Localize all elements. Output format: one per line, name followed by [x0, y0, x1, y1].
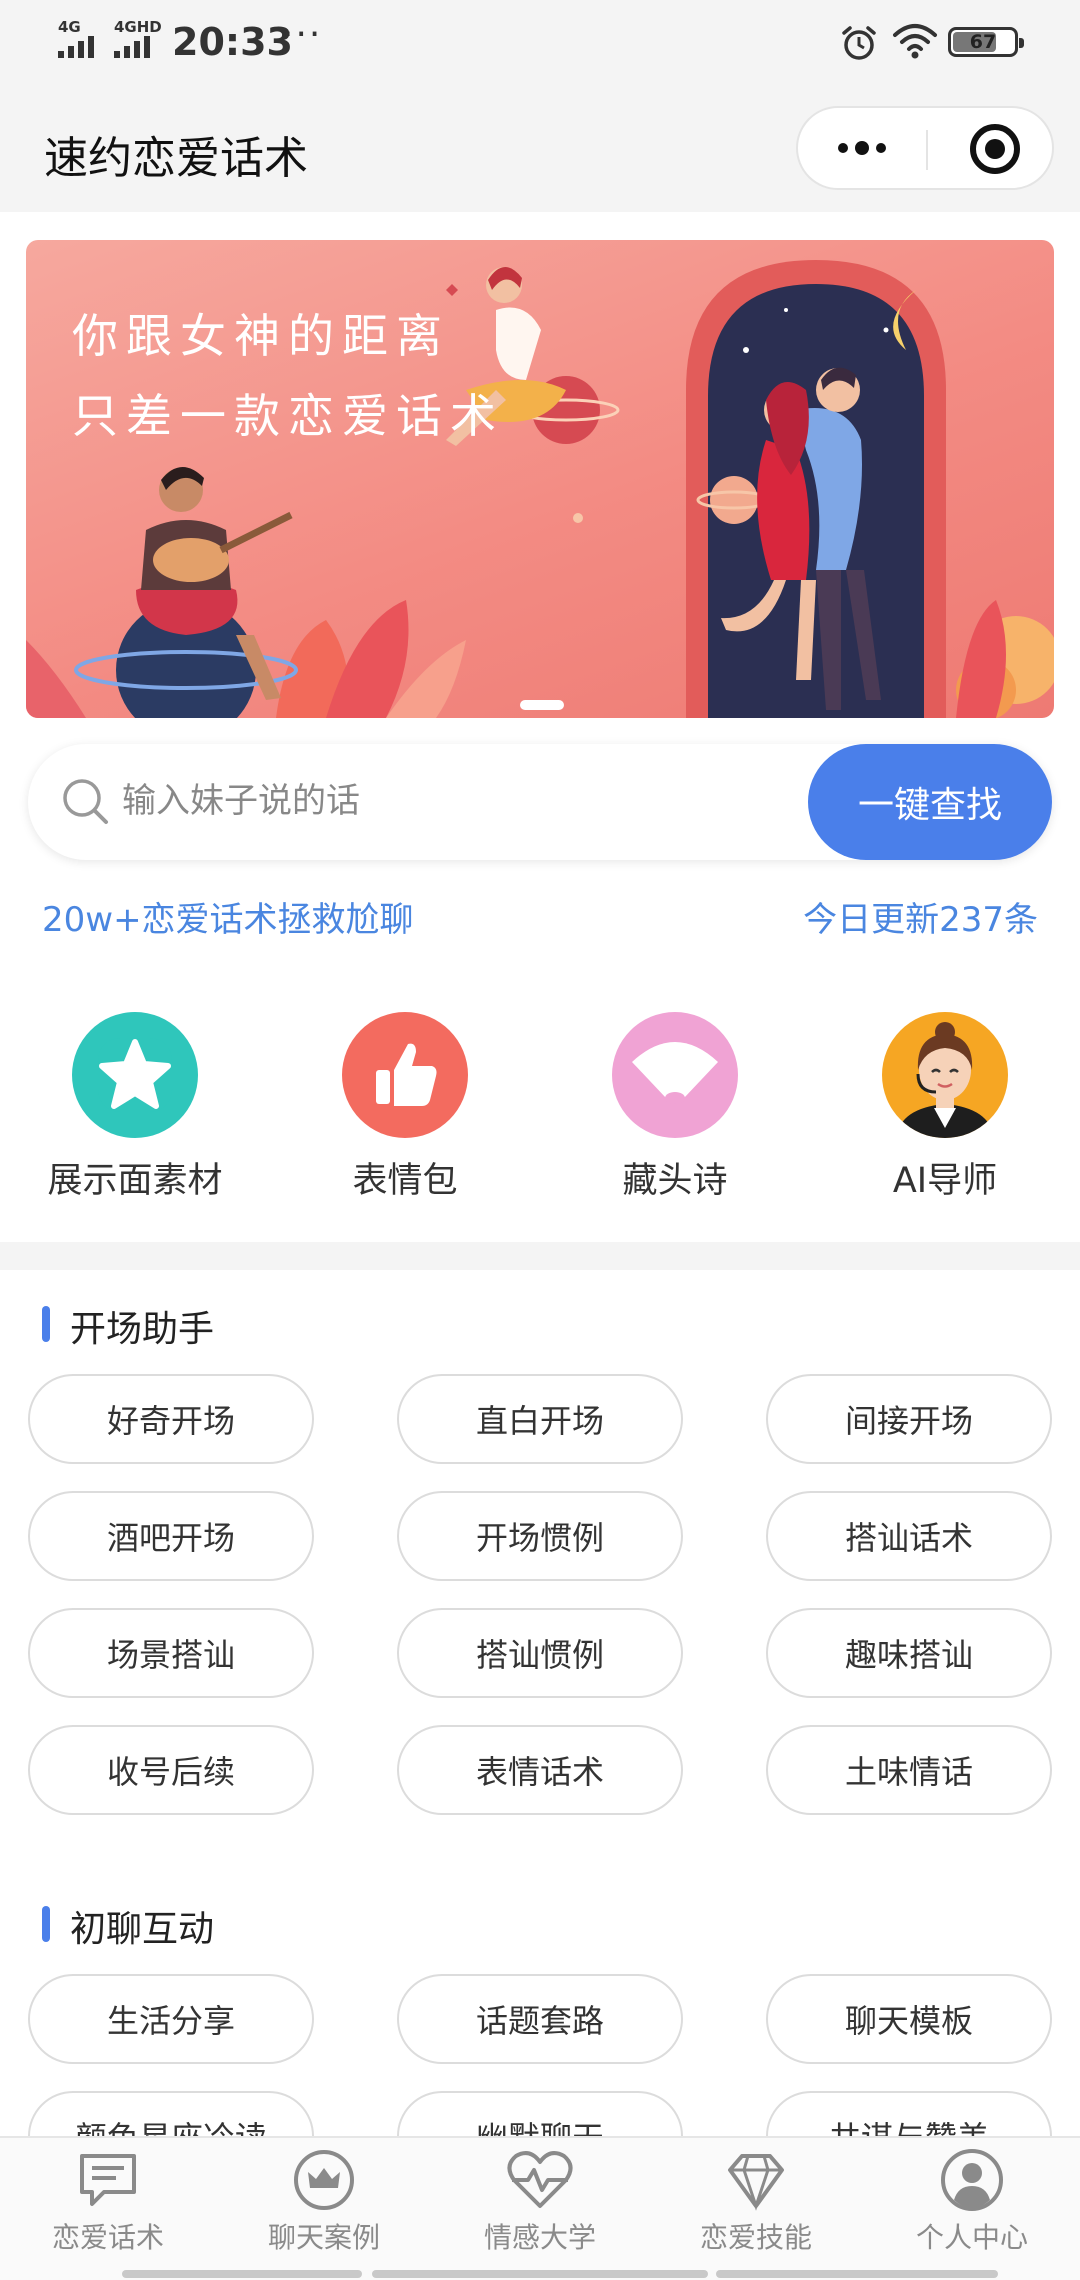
tab-label: 聊天案例 [267, 2221, 380, 2254]
crown-icon [294, 2150, 354, 2210]
star-icon [72, 1012, 198, 1138]
topic-pill[interactable]: 收号后续 [28, 1725, 314, 1815]
home-indicator [122, 2270, 362, 2278]
quick-entry-label: 表情包 [352, 1161, 458, 1201]
topic-pill[interactable]: 直白开场 [397, 1374, 683, 1464]
section-title-first-chat: 初聊互动 [42, 1900, 214, 1952]
tab-label: 个人中心 [915, 2221, 1028, 2254]
topic-pill[interactable]: 间接开场 [766, 1374, 1052, 1464]
diamond-icon [728, 2154, 784, 2211]
quick-entry-label: 展示面素材 [47, 1161, 223, 1201]
topic-pill[interactable]: 搭讪话术 [766, 1491, 1052, 1581]
search-icon [63, 779, 108, 824]
topic-pill[interactable]: 生活分享 [28, 1974, 314, 2064]
tab-love-scripts[interactable]: 恋爱话术 [0, 2148, 216, 2256]
heart-pulse-icon [507, 2151, 573, 2208]
quick-entry-acrostic[interactable]: 藏头诗 [575, 1012, 775, 1203]
chat-bubble-icon [80, 2154, 136, 2206]
home-indicator [716, 2270, 998, 2278]
bottom-tab-bar: 恋爱话术 聊天案例 情感大学 恋爱技能 个人中心 [0, 2136, 1080, 2280]
battery-icon: 67 [948, 27, 1024, 57]
fan-icon [612, 1012, 738, 1138]
quick-entry-grid: 展示面素材 表情包 藏头诗 AI导师 [0, 1012, 1080, 1212]
search-bar: 一键查找 [28, 744, 1052, 860]
search-input[interactable] [122, 770, 722, 832]
banner-headline-2: 只差一款恋爱话术 [72, 389, 504, 443]
section-title-opening: 开场助手 [42, 1300, 214, 1352]
more-notifications-icon: ··· [282, 14, 323, 55]
carousel-indicator [520, 700, 564, 710]
main-content: 你跟女神的距离 只差一款恋爱话术 一键查找 20w+恋爱话术拯救尬聊 今日更新2… [0, 212, 1080, 2280]
user-icon [941, 2149, 1003, 2211]
tab-profile[interactable]: 个人中心 [864, 2148, 1080, 2256]
quick-entry-stickers[interactable]: 表情包 [305, 1012, 505, 1203]
more-icon[interactable] [832, 108, 892, 188]
section-divider [0, 1242, 1080, 1270]
title-bar: 速约恋爱话术 [0, 84, 1080, 212]
tab-chat-cases[interactable]: 聊天案例 [216, 2148, 432, 2256]
topic-pill[interactable]: 场景搭讪 [28, 1608, 314, 1698]
signal-bars-icon [58, 36, 94, 58]
topic-pill[interactable]: 话题套路 [397, 1974, 683, 2064]
thumbs-up-icon [342, 1012, 468, 1138]
capsule-divider [926, 130, 928, 170]
topic-pill[interactable]: 搭讪惯例 [397, 1608, 683, 1698]
promo-tagline: 20w+恋爱话术拯救尬聊 [42, 900, 414, 940]
quick-entry-label: AI导师 [892, 1161, 998, 1201]
page-title: 速约恋爱话术 [44, 133, 308, 184]
status-bar: 4G 4GHD 20:33 ··· 67 [0, 0, 1080, 84]
topic-pill[interactable]: 趣味搭讪 [766, 1608, 1052, 1698]
tab-label: 恋爱技能 [699, 2221, 812, 2254]
tab-emotion-university[interactable]: 情感大学 [432, 2148, 648, 2256]
promo-banner[interactable]: 你跟女神的距离 只差一款恋爱话术 [26, 240, 1054, 718]
status-time: 20:33 [172, 20, 293, 64]
network-type-label: 4G [58, 18, 81, 36]
alarm-icon [842, 26, 876, 60]
topic-pill[interactable]: 聊天模板 [766, 1974, 1052, 2064]
close-target-icon[interactable] [970, 124, 1020, 174]
home-indicator [372, 2270, 708, 2278]
tab-label: 恋爱话术 [51, 2221, 164, 2254]
mentor-avatar-icon [882, 1012, 1008, 1138]
battery-level: 67 [969, 31, 997, 53]
signal-bars-icon [114, 36, 150, 58]
tab-love-skills[interactable]: 恋爱技能 [648, 2148, 864, 2256]
mini-program-capsule [796, 106, 1054, 190]
tab-label: 情感大学 [483, 2221, 596, 2254]
topic-pill[interactable]: 表情话术 [397, 1725, 683, 1815]
daily-update-count: 今日更新237条 [803, 900, 1038, 940]
quick-entry-label: 藏头诗 [622, 1161, 728, 1201]
quick-entry-ai-mentor[interactable]: AI导师 [845, 1012, 1045, 1203]
topic-pill[interactable]: 开场惯例 [397, 1491, 683, 1581]
topic-pill[interactable]: 土味情话 [766, 1725, 1052, 1815]
topic-pill[interactable]: 好奇开场 [28, 1374, 314, 1464]
topic-pill[interactable]: 酒吧开场 [28, 1491, 314, 1581]
network-type-label: 4GHD [114, 18, 162, 36]
banner-headline-1: 你跟女神的距离 [72, 309, 450, 363]
quick-entry-showcase[interactable]: 展示面素材 [35, 1012, 235, 1203]
wifi-icon [893, 24, 937, 59]
search-button[interactable]: 一键查找 [808, 744, 1052, 860]
